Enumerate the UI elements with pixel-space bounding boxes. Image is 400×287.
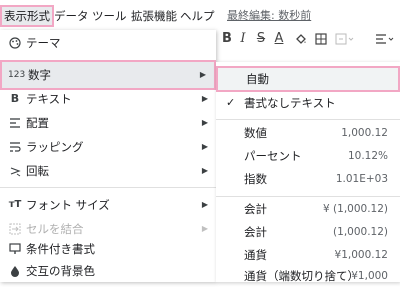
- format-example: 1.01E+03: [335, 173, 388, 185]
- conditional-format-icon: [8, 238, 22, 262]
- menu-item-label: テーマ: [26, 36, 61, 50]
- color-drop-icon: [8, 260, 22, 284]
- bold-button[interactable]: B: [220, 28, 234, 50]
- submenu-item-percent[interactable]: パーセント 10.12%: [216, 145, 400, 167]
- strikethrough-button[interactable]: S: [254, 28, 268, 50]
- menu-item-label: 条件付き書式: [26, 242, 95, 256]
- checkmark-icon: ✓: [226, 96, 236, 109]
- format-name: 会計: [244, 225, 267, 239]
- menu-item-alignment[interactable]: 配置 ▶: [0, 110, 216, 136]
- submenu-item-accounting[interactable]: 会計 ¥ (1,000.12): [216, 198, 400, 220]
- submenu-arrow-icon: ▶: [201, 200, 208, 209]
- menu-item-label: 回転: [26, 164, 49, 178]
- format-name: 通貨（端数切り捨て）: [244, 269, 359, 283]
- format-name: 通貨: [244, 248, 267, 262]
- menu-item-wrapping[interactable]: ラッピング ▶: [0, 134, 216, 160]
- format-example: ¥1,000.12: [334, 249, 388, 261]
- format-example: 1,000.12: [341, 127, 388, 139]
- number-format-icon: 123: [8, 70, 26, 80]
- menu-divider: [0, 187, 216, 188]
- number-submenu: 自動 ✓ 書式なしテキスト 数値 1,000.12 パーセント 10.12% 指…: [216, 62, 400, 283]
- last-edit-link[interactable]: 最終編集: 数秒前: [225, 5, 313, 27]
- merge-cells-icon[interactable]: [334, 28, 356, 50]
- submenu-arrow-icon: ▶: [201, 94, 208, 103]
- format-name: 数値: [244, 126, 267, 140]
- format-name: 会計: [244, 202, 267, 216]
- menu-item-label: 配置: [26, 116, 49, 130]
- menu-item-label: テキスト: [26, 92, 72, 106]
- submenu-divider: [216, 196, 400, 197]
- format-name: パーセント: [244, 149, 302, 163]
- menu-item-label: ラッピング: [26, 140, 84, 154]
- menu-help[interactable]: ヘルプ: [178, 5, 217, 27]
- text-color-button[interactable]: A: [272, 28, 286, 50]
- menu-item-conditional-formatting[interactable]: 条件付き書式: [0, 238, 216, 260]
- menu-item-label: 数字: [28, 68, 51, 82]
- text-color-label: A: [274, 31, 284, 46]
- borders-icon[interactable]: [314, 28, 328, 50]
- submenu-item-scientific[interactable]: 指数 1.01E+03: [216, 168, 400, 190]
- paint-bucket-icon[interactable]: [294, 28, 308, 50]
- format-example: ¥ (1,000.12): [323, 203, 388, 215]
- bold-text-icon: B: [10, 92, 20, 105]
- submenu-item-label: 書式なしテキスト: [244, 96, 336, 110]
- submenu-divider: [216, 119, 400, 120]
- menu-item-label: フォント サイズ: [26, 198, 110, 212]
- submenu-item-number[interactable]: 数値 1,000.12: [216, 122, 400, 144]
- menu-format[interactable]: 表示形式: [0, 5, 54, 27]
- format-name: 指数: [244, 172, 267, 186]
- submenu-arrow-icon: ▶: [201, 118, 208, 127]
- format-example: (1,000.12): [333, 226, 388, 238]
- toolbar: B I S A: [216, 28, 400, 50]
- submenu-item-currency[interactable]: 通貨 ¥1,000.12: [216, 244, 400, 266]
- menu-item-font-size[interactable]: тT フォント サイズ ▶: [0, 192, 216, 218]
- submenu-item-plain-text[interactable]: ✓ 書式なしテキスト: [216, 92, 400, 114]
- menu-item-text[interactable]: B テキスト ▶: [0, 86, 216, 112]
- format-example: 10.12%: [347, 150, 388, 162]
- menu-item-theme[interactable]: テーマ: [0, 30, 216, 56]
- menu-item-alternating-colors[interactable]: 交互の背景色: [0, 260, 216, 282]
- menu-item-rotation[interactable]: 回転 ▶: [0, 158, 216, 184]
- format-example: ¥1,000: [351, 270, 388, 282]
- align-icon[interactable]: [374, 28, 396, 50]
- submenu-item-financial[interactable]: 会計 (1,000.12): [216, 221, 400, 243]
- submenu-item-automatic[interactable]: 自動: [216, 66, 400, 92]
- submenu-item-label: 自動: [246, 72, 269, 86]
- palette-icon: [8, 30, 22, 59]
- menu-extensions[interactable]: 拡張機能: [129, 5, 179, 27]
- submenu-item-currency-rounded[interactable]: 通貨（端数切り捨て） ¥1,000: [216, 265, 400, 287]
- text-rotate-icon: [8, 158, 22, 187]
- menu-tools[interactable]: ツール: [90, 5, 129, 27]
- submenu-arrow-icon: ▶: [199, 70, 206, 79]
- italic-button[interactable]: I: [236, 28, 250, 50]
- menu-data[interactable]: データ: [52, 5, 91, 27]
- submenu-arrow-icon: ▶: [201, 166, 208, 175]
- submenu-arrow-icon: ▶: [201, 142, 208, 151]
- font-size-icon: тT: [8, 199, 22, 210]
- menu-item-label: 交互の背景色: [26, 264, 95, 278]
